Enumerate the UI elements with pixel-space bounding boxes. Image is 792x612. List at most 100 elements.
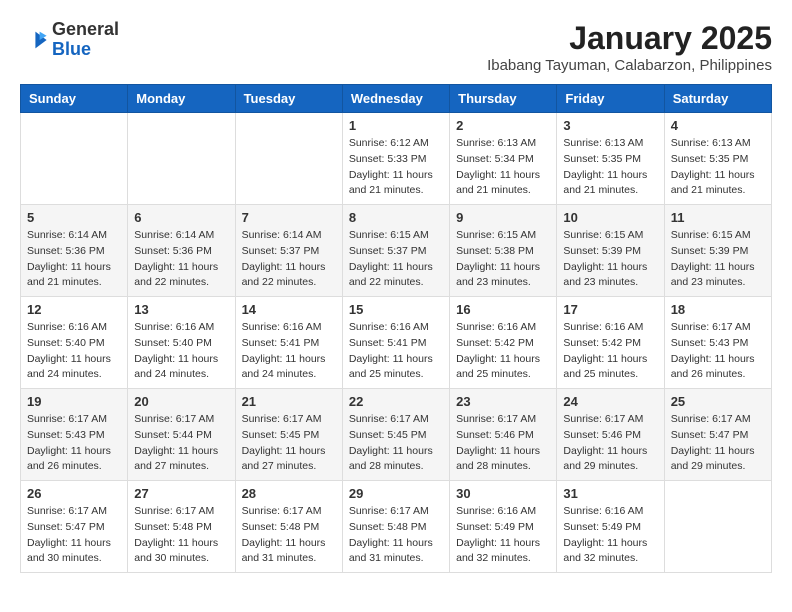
day-number: 11 <box>671 210 765 225</box>
calendar-cell <box>664 481 771 573</box>
calendar-cell: 29 Sunrise: 6:17 AM Sunset: 5:48 PM Dayli… <box>342 481 449 573</box>
calendar-cell: 28Sunrise: 6:17 AM Sunset: 5:48 PM Dayli… <box>235 481 342 573</box>
calendar-cell: 1Sunrise: 6:12 AM Sunset: 5:33 PM Daylig… <box>342 113 449 205</box>
day-info: Sunrise: 6:15 AM Sunset: 5:39 PM Dayligh… <box>563 228 657 291</box>
calendar-cell: 19 Sunrise: 6:17 AM Sunset: 5:43 PM Dayli… <box>21 389 128 481</box>
calendar-cell <box>235 113 342 205</box>
calendar-cell: 13 Sunrise: 6:16 AM Sunset: 5:40 PM Dayli… <box>128 297 235 389</box>
day-info: Sunrise: 6:15 AM Sunset: 5:37 PM Dayligh… <box>349 228 443 291</box>
calendar-cell: 27Sunrise: 6:17 AM Sunset: 5:48 PM Dayli… <box>128 481 235 573</box>
calendar-cell: 4 Sunrise: 6:13 AM Sunset: 5:35 PM Daylig… <box>664 113 771 205</box>
calendar-cell: 25 Sunrise: 6:17 AM Sunset: 5:47 PM Dayli… <box>664 389 771 481</box>
day-info: Sunrise: 6:16 AM Sunset: 5:40 PM Dayligh… <box>134 320 228 383</box>
day-number: 9 <box>456 210 550 225</box>
day-info: Sunrise: 6:14 AM Sunset: 5:36 PM Dayligh… <box>27 228 121 291</box>
day-info: Sunrise: 6:17 AM Sunset: 5:46 PM Dayligh… <box>563 412 657 475</box>
day-number: 22 <box>349 394 443 409</box>
calendar-cell: 30Sunrise: 6:16 AM Sunset: 5:49 PM Dayli… <box>450 481 557 573</box>
day-number: 31 <box>563 486 657 501</box>
day-number: 26 <box>27 486 121 501</box>
day-number: 10 <box>563 210 657 225</box>
calendar-cell: 22 Sunrise: 6:17 AM Sunset: 5:45 PM Dayli… <box>342 389 449 481</box>
calendar-table: SundayMondayTuesdayWednesdayThursdayFrid… <box>20 84 772 573</box>
calendar-cell: 23 Sunrise: 6:17 AM Sunset: 5:46 PM Dayli… <box>450 389 557 481</box>
logo-icon <box>20 26 48 54</box>
day-number: 30 <box>456 486 550 501</box>
day-number: 6 <box>134 210 228 225</box>
location-subtitle: Ibabang Tayuman, Calabarzon, Philippines <box>487 57 772 74</box>
day-info: Sunrise: 6:17 AM Sunset: 5:43 PM Dayligh… <box>27 412 121 475</box>
logo: General Blue <box>20 20 119 60</box>
calendar-cell: 6 Sunrise: 6:14 AM Sunset: 5:36 PM Daylig… <box>128 205 235 297</box>
col-header-sunday: Sunday <box>21 85 128 113</box>
day-number: 17 <box>563 302 657 317</box>
day-number: 24 <box>563 394 657 409</box>
calendar-cell: 2 Sunrise: 6:13 AM Sunset: 5:34 PM Daylig… <box>450 113 557 205</box>
day-number: 16 <box>456 302 550 317</box>
day-number: 2 <box>456 118 550 133</box>
week-row-4: 19 Sunrise: 6:17 AM Sunset: 5:43 PM Dayli… <box>21 389 772 481</box>
calendar-cell <box>21 113 128 205</box>
day-number: 7 <box>242 210 336 225</box>
day-info: Sunrise: 6:13 AM Sunset: 5:34 PM Dayligh… <box>456 136 550 199</box>
day-number: 15 <box>349 302 443 317</box>
day-number: 21 <box>242 394 336 409</box>
calendar-header-row: SundayMondayTuesdayWednesdayThursdayFrid… <box>21 85 772 113</box>
calendar-cell: 8Sunrise: 6:15 AM Sunset: 5:37 PM Daylig… <box>342 205 449 297</box>
calendar-cell: 18Sunrise: 6:17 AM Sunset: 5:43 PM Dayli… <box>664 297 771 389</box>
day-info: Sunrise: 6:15 AM Sunset: 5:39 PM Dayligh… <box>671 228 765 291</box>
col-header-friday: Friday <box>557 85 664 113</box>
day-number: 13 <box>134 302 228 317</box>
day-info: Sunrise: 6:13 AM Sunset: 5:35 PM Dayligh… <box>671 136 765 199</box>
day-number: 3 <box>563 118 657 133</box>
day-info: Sunrise: 6:16 AM Sunset: 5:42 PM Dayligh… <box>456 320 550 383</box>
page-header: General Blue January 2025 Ibabang Tayuma… <box>20 20 772 74</box>
day-number: 20 <box>134 394 228 409</box>
day-info: Sunrise: 6:17 AM Sunset: 5:48 PM Dayligh… <box>349 504 443 567</box>
calendar-cell: 16 Sunrise: 6:16 AM Sunset: 5:42 PM Dayli… <box>450 297 557 389</box>
day-number: 14 <box>242 302 336 317</box>
month-title: January 2025 <box>487 20 772 57</box>
calendar-cell: 24 Sunrise: 6:17 AM Sunset: 5:46 PM Dayli… <box>557 389 664 481</box>
day-info: Sunrise: 6:17 AM Sunset: 5:47 PM Dayligh… <box>27 504 121 567</box>
col-header-thursday: Thursday <box>450 85 557 113</box>
day-number: 29 <box>349 486 443 501</box>
col-header-tuesday: Tuesday <box>235 85 342 113</box>
calendar-cell: 14 Sunrise: 6:16 AM Sunset: 5:41 PM Dayli… <box>235 297 342 389</box>
day-info: Sunrise: 6:14 AM Sunset: 5:36 PM Dayligh… <box>134 228 228 291</box>
day-info: Sunrise: 6:17 AM Sunset: 5:46 PM Dayligh… <box>456 412 550 475</box>
day-info: Sunrise: 6:14 AM Sunset: 5:37 PM Dayligh… <box>242 228 336 291</box>
day-info: Sunrise: 6:15 AM Sunset: 5:38 PM Dayligh… <box>456 228 550 291</box>
calendar-cell: 5 Sunrise: 6:14 AM Sunset: 5:36 PM Daylig… <box>21 205 128 297</box>
day-number: 27 <box>134 486 228 501</box>
day-info: Sunrise: 6:16 AM Sunset: 5:41 PM Dayligh… <box>349 320 443 383</box>
day-number: 28 <box>242 486 336 501</box>
col-header-wednesday: Wednesday <box>342 85 449 113</box>
col-header-saturday: Saturday <box>664 85 771 113</box>
calendar-cell <box>128 113 235 205</box>
week-row-3: 12Sunrise: 6:16 AM Sunset: 5:40 PM Dayli… <box>21 297 772 389</box>
calendar-cell: 17Sunrise: 6:16 AM Sunset: 5:42 PM Dayli… <box>557 297 664 389</box>
day-number: 25 <box>671 394 765 409</box>
day-number: 5 <box>27 210 121 225</box>
day-number: 4 <box>671 118 765 133</box>
day-info: Sunrise: 6:12 AM Sunset: 5:33 PM Dayligh… <box>349 136 443 199</box>
calendar-cell: 10 Sunrise: 6:15 AM Sunset: 5:39 PM Dayli… <box>557 205 664 297</box>
day-number: 19 <box>27 394 121 409</box>
day-info: Sunrise: 6:17 AM Sunset: 5:45 PM Dayligh… <box>242 412 336 475</box>
day-info: Sunrise: 6:16 AM Sunset: 5:49 PM Dayligh… <box>563 504 657 567</box>
day-info: Sunrise: 6:17 AM Sunset: 5:44 PM Dayligh… <box>134 412 228 475</box>
day-number: 23 <box>456 394 550 409</box>
week-row-2: 5 Sunrise: 6:14 AM Sunset: 5:36 PM Daylig… <box>21 205 772 297</box>
calendar-cell: 31 Sunrise: 6:16 AM Sunset: 5:49 PM Dayli… <box>557 481 664 573</box>
day-info: Sunrise: 6:16 AM Sunset: 5:41 PM Dayligh… <box>242 320 336 383</box>
calendar-cell: 12Sunrise: 6:16 AM Sunset: 5:40 PM Dayli… <box>21 297 128 389</box>
calendar-cell: 21 Sunrise: 6:17 AM Sunset: 5:45 PM Dayli… <box>235 389 342 481</box>
day-info: Sunrise: 6:13 AM Sunset: 5:35 PM Dayligh… <box>563 136 657 199</box>
day-info: Sunrise: 6:17 AM Sunset: 5:45 PM Dayligh… <box>349 412 443 475</box>
calendar-cell: 20 Sunrise: 6:17 AM Sunset: 5:44 PM Dayli… <box>128 389 235 481</box>
logo-text: General Blue <box>52 20 119 60</box>
calendar-cell: 26 Sunrise: 6:17 AM Sunset: 5:47 PM Dayli… <box>21 481 128 573</box>
day-info: Sunrise: 6:17 AM Sunset: 5:47 PM Dayligh… <box>671 412 765 475</box>
calendar-cell: 11 Sunrise: 6:15 AM Sunset: 5:39 PM Dayli… <box>664 205 771 297</box>
